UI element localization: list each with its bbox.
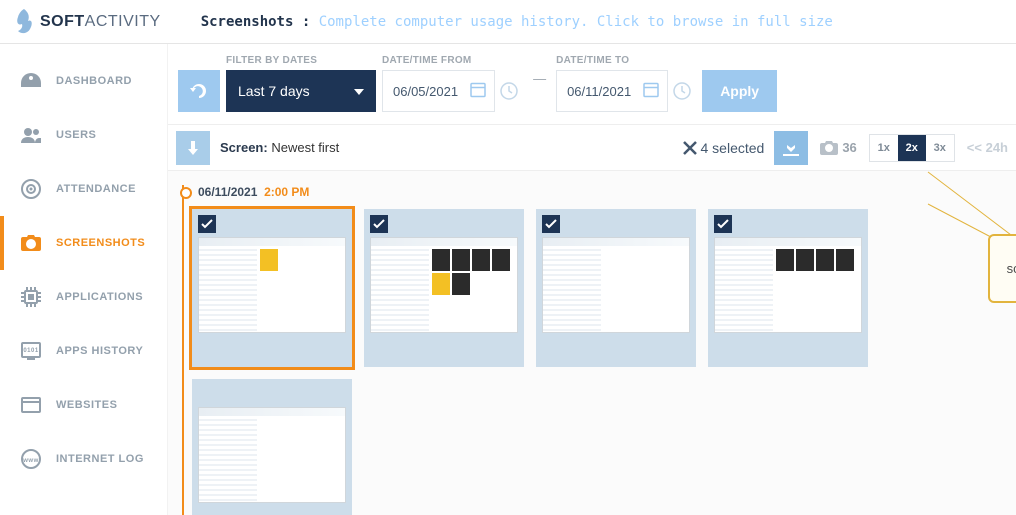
zoom-group: 1x 2x 3x [869,134,955,162]
zoom-3x[interactable]: 3x [926,135,954,161]
calendar-icon [470,82,486,101]
section-desc: Complete computer usage history. Click t… [319,14,833,30]
checkbox-icon[interactable] [198,215,216,233]
time-from-button[interactable] [495,70,523,112]
camera-icon [820,141,838,155]
brand-a: SOFT [40,13,85,31]
time-window[interactable]: << 24h [967,140,1008,155]
sidebar-item-screenshots[interactable]: SCREENSHOTS [0,216,167,270]
apply-button[interactable]: Apply [702,70,777,112]
sidebar-item-label: USERS [56,129,96,141]
filter-label: FILTER BY DATES [226,55,376,66]
sidebar-item-internet-log[interactable]: www INTERNET LOG [0,432,167,486]
sidebar-item-label: ATTENDANCE [56,183,136,195]
camera-icon [18,233,44,253]
download-icon [783,140,799,156]
checkbox-icon[interactable] [542,215,560,233]
breadcrumb: Screenshots : Complete computer usage hi… [201,14,833,30]
date-from-value: 06/05/2021 [393,84,458,99]
screenshot-thumb[interactable] [364,209,524,367]
logo-icon [14,9,34,35]
toolbar: Screen: Newest first 4 selected 36 1x 2x… [168,125,1016,171]
date-to-input[interactable]: 06/11/2021 [556,70,668,112]
download-tooltip: Download selected screen images as JPG f… [988,234,1016,303]
sidebar: DASHBOARD USERS ATTENDANCE SCREENSHOTS A… [0,44,168,515]
refresh-icon [189,81,209,101]
range-value: Last 7 days [238,83,310,99]
sidebar-item-label: APPLICATIONS [56,291,143,303]
clear-selection-button[interactable]: 4 selected [683,140,765,156]
range-dash: — [529,71,550,86]
sidebar-item-websites[interactable]: WEBSITES [0,378,167,432]
checkbox-icon[interactable] [714,215,732,233]
time-to-button[interactable] [668,70,696,112]
screenshot-thumb[interactable] [708,209,868,367]
checkbox-icon[interactable] [370,215,388,233]
sidebar-item-users[interactable]: USERS [0,108,167,162]
selected-count: 4 selected [701,140,765,156]
refresh-button[interactable] [178,70,220,112]
sort-button[interactable] [176,131,210,165]
target-icon [18,179,44,199]
sidebar-item-label: INTERNET LOG [56,453,144,465]
date-to-value: 06/11/2021 [567,84,631,99]
www-icon: www [18,449,44,469]
sidebar-item-label: DASHBOARD [56,75,132,87]
sidebar-item-label: WEBSITES [56,399,117,411]
sidebar-item-attendance[interactable]: ATTENDANCE [0,162,167,216]
brand-b: ACTIVITY [85,13,161,31]
sidebar-item-applications[interactable]: APPLICATIONS [0,270,167,324]
sidebar-item-apps-history[interactable]: 0101 APPS HISTORY [0,324,167,378]
history-icon: 0101 [18,341,44,361]
users-icon [18,125,44,145]
brand-logo[interactable]: SOFTACTIVITY [14,9,161,35]
screenshot-count: 36 [820,140,856,155]
svg-text:0101: 0101 [23,348,39,354]
zoom-1x[interactable]: 1x [870,135,898,161]
time-group-header: 06/11/2021 2:00 PM [180,185,1004,199]
screenshot-thumb[interactable] [192,209,352,367]
to-label: DATE/TIME TO [556,55,696,66]
section-title: Screenshots : [201,14,311,30]
filter-bar: FILTER BY DATES Last 7 days DATE/TIME FR… [168,44,1016,125]
clock-icon [500,82,518,100]
close-icon [683,141,697,155]
screenshot-thumb[interactable] [536,209,696,367]
count-value: 36 [842,140,856,155]
svg-text:www: www [22,458,39,464]
clock-icon [673,82,691,100]
screenshot-thumb[interactable] [192,379,352,515]
date-range-select[interactable]: Last 7 days [226,70,376,112]
sidebar-item-dashboard[interactable]: DASHBOARD [0,54,167,108]
calendar-icon [643,82,659,101]
chip-icon [18,287,44,307]
sort-label: Screen: Newest first [220,140,339,155]
date-from-input[interactable]: 06/05/2021 [382,70,495,112]
browser-icon [18,395,44,415]
zoom-2x[interactable]: 2x [898,135,926,161]
sidebar-item-label: SCREENSHOTS [56,237,145,249]
arrow-down-icon [186,141,200,155]
from-label: DATE/TIME FROM [382,55,523,66]
gauge-icon [18,71,44,91]
download-button[interactable] [774,131,808,165]
sidebar-item-label: APPS HISTORY [56,345,143,357]
